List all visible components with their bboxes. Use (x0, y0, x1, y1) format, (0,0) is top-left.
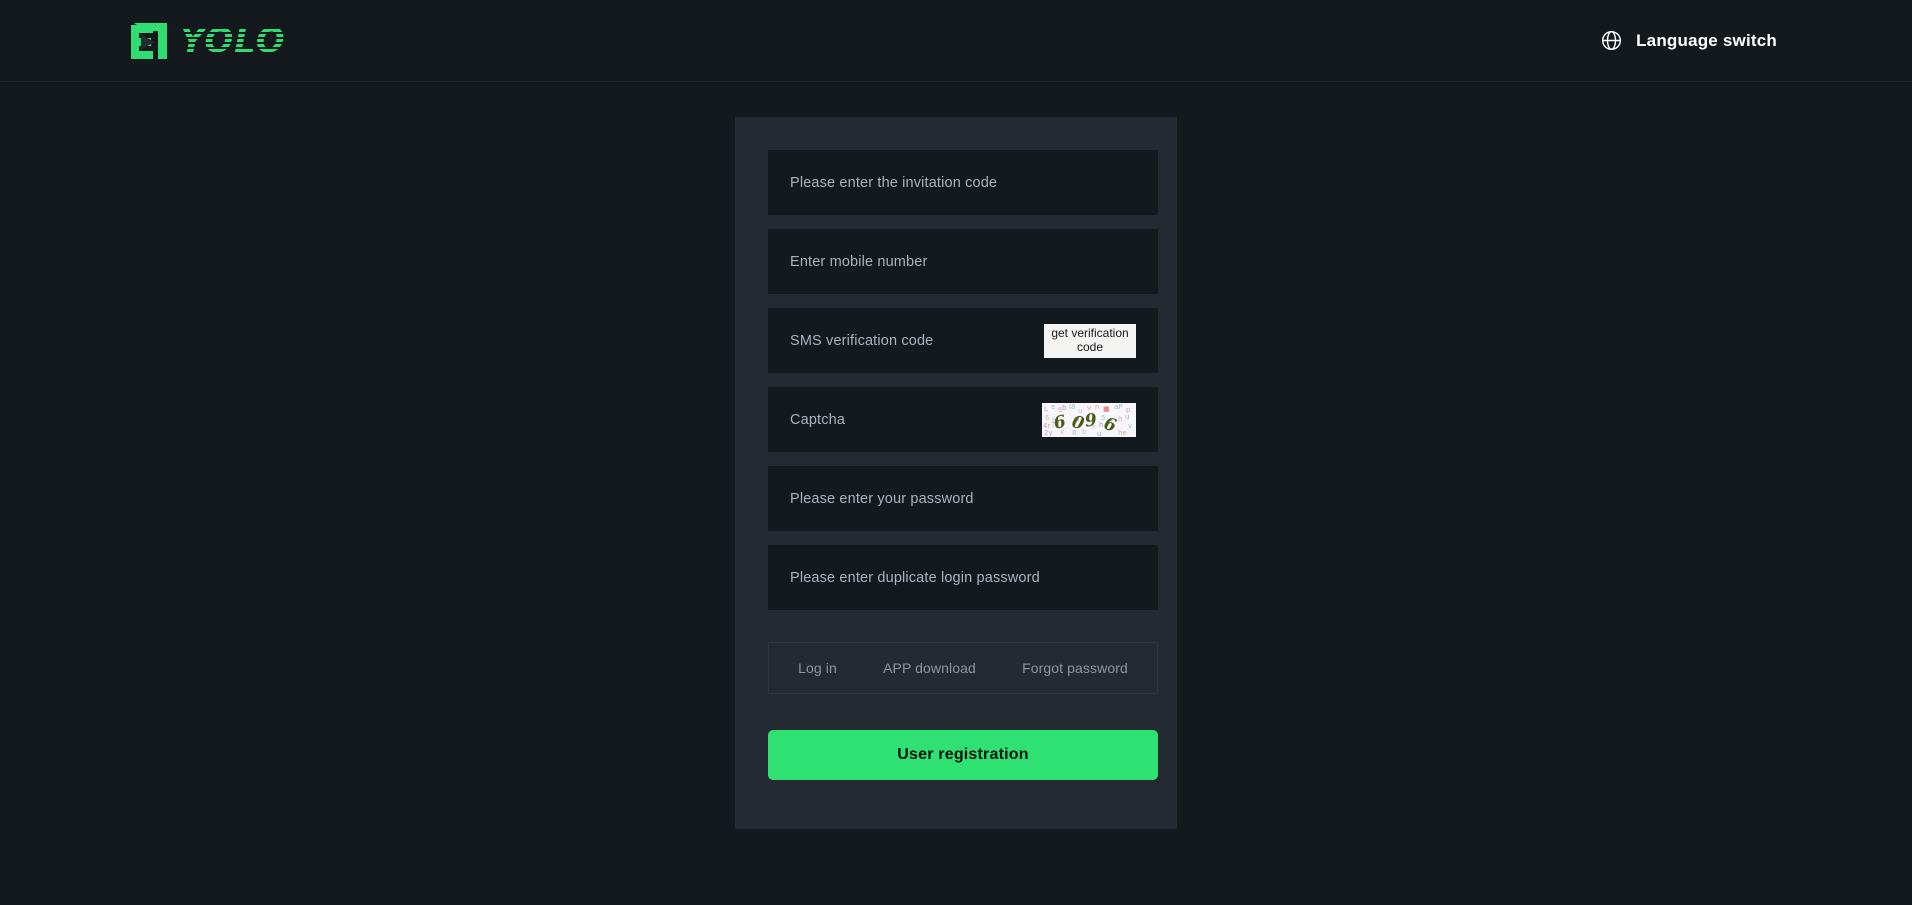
yolo-monogram-icon (128, 20, 174, 62)
brand-logo[interactable]: YOLO (128, 18, 288, 64)
log-in-link[interactable]: Log in (798, 660, 837, 676)
secondary-links: Log in APP download Forgot password (768, 642, 1158, 694)
globe-icon (1600, 29, 1623, 52)
page-body: Please enter the invitation code Enter m… (0, 82, 1912, 905)
captcha-image[interactable]: L e 6 b l8 u v n ■ aP p 6 b u 5 8 h u 4r… (1042, 402, 1136, 437)
svg-text:aP: aP (1114, 403, 1123, 411)
invitation-code-placeholder: Please enter the invitation code (790, 174, 998, 191)
captcha-input[interactable]: Captcha L e 6 b l8 u v n ■ aP p 6 b u 5 … (768, 387, 1158, 452)
svg-text:■: ■ (1103, 405, 1110, 413)
svg-text:L: L (1044, 405, 1048, 413)
svg-text:2y: 2y (1044, 429, 1053, 437)
language-switch-button[interactable]: Language switch (1600, 29, 1777, 52)
svg-text:6: 6 (1045, 414, 1050, 422)
invitation-code-input[interactable]: Please enter the invitation code (768, 150, 1158, 215)
confirm-password-input[interactable]: Please enter duplicate login password (768, 545, 1158, 610)
forgot-password-link[interactable]: Forgot password (1022, 660, 1128, 676)
svg-text:v: v (1128, 422, 1132, 430)
get-verification-code-button[interactable]: get verification code (1044, 323, 1136, 358)
confirm-password-placeholder: Please enter duplicate login password (790, 569, 1040, 586)
captcha-placeholder: Captcha (790, 411, 846, 428)
svg-text:n: n (1095, 403, 1099, 411)
user-registration-button[interactable]: User registration (768, 730, 1158, 780)
registration-card: Please enter the invitation code Enter m… (735, 117, 1177, 829)
svg-text:u: u (1097, 430, 1101, 437)
svg-text:h: h (1118, 415, 1122, 423)
svg-text:u: u (1125, 413, 1129, 421)
svg-text:e: e (1051, 403, 1055, 411)
logo-wordmark: YOLO (178, 18, 288, 64)
mobile-number-placeholder: Enter mobile number (790, 253, 928, 270)
app-download-link[interactable]: APP download (883, 660, 976, 676)
language-switch-label: Language switch (1636, 30, 1777, 50)
svg-text:he: he (1118, 429, 1127, 437)
sms-verification-code-input[interactable]: SMS verification code get verification c… (768, 308, 1158, 373)
sms-verification-code-placeholder: SMS verification code (790, 332, 934, 349)
password-input[interactable]: Please enter your password (768, 466, 1158, 531)
svg-text:b: b (1062, 404, 1067, 412)
password-placeholder: Please enter your password (790, 490, 974, 507)
svg-text:l8: l8 (1069, 403, 1075, 411)
top-header: YOLO Language switch (0, 0, 1912, 82)
mobile-number-input[interactable]: Enter mobile number (768, 229, 1158, 294)
